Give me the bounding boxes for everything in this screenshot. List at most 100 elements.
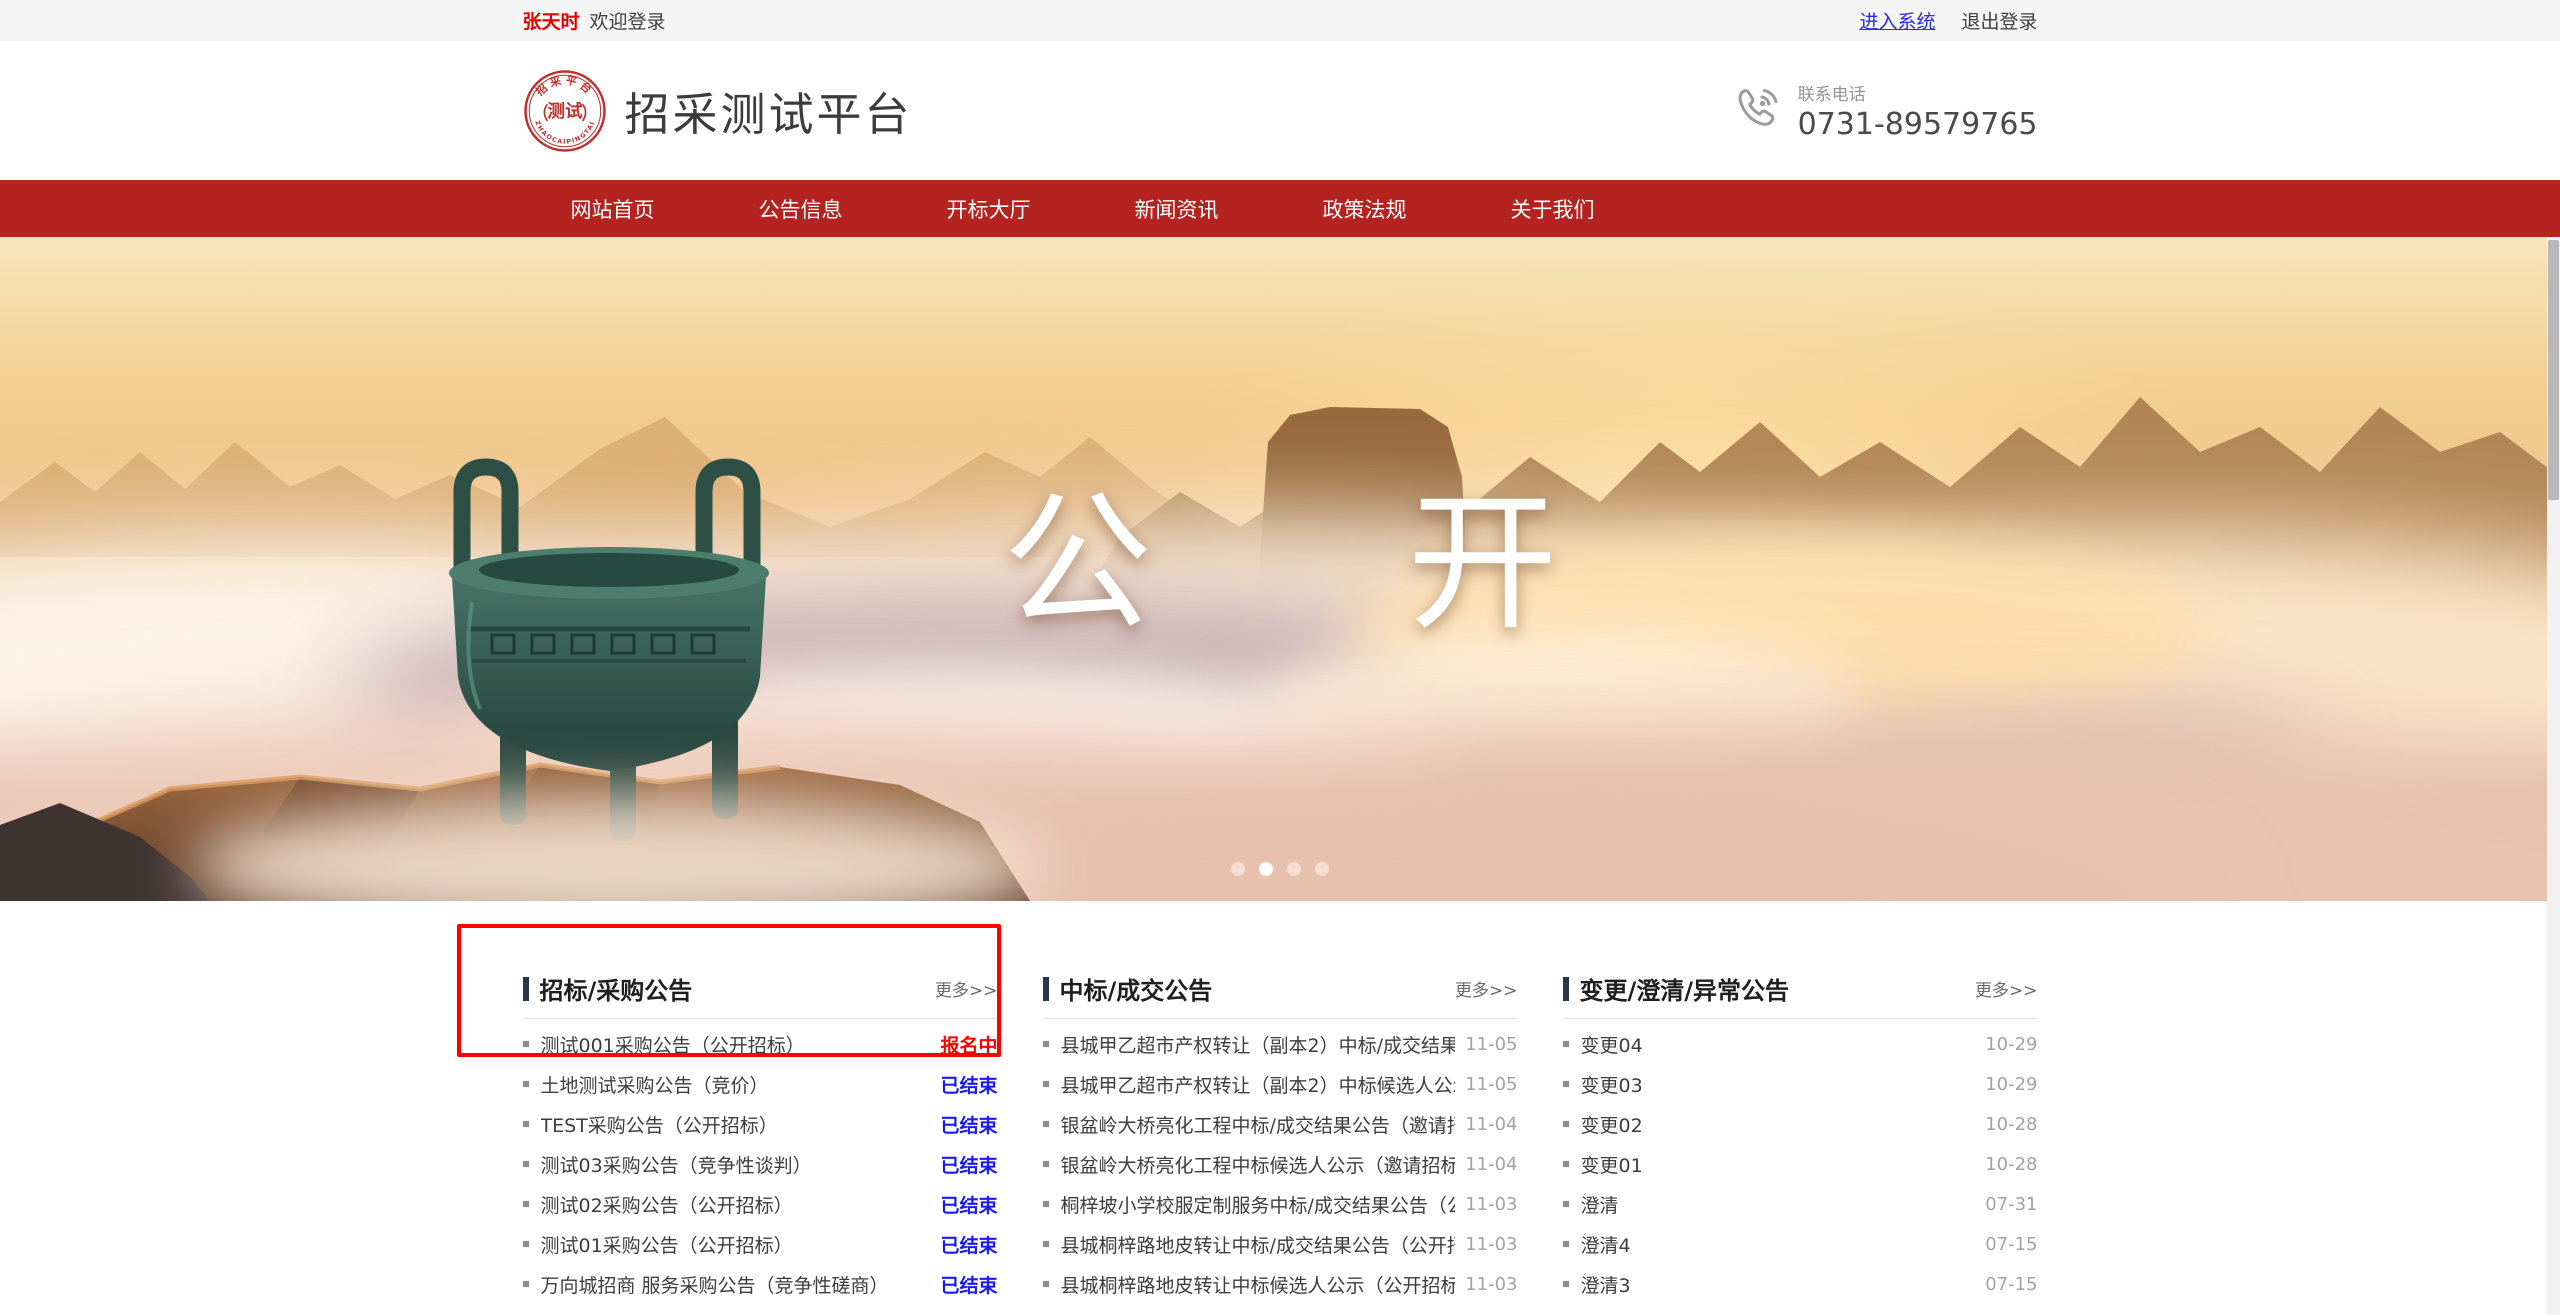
announcement-title[interactable]: 新嘉怡商品物资采购（副本）采购公告（公开招标 xyxy=(541,1311,931,1315)
more-link[interactable]: 更多>> xyxy=(935,976,998,1001)
more-link[interactable]: 更多>> xyxy=(1975,976,2038,1001)
item-date: 07-15 xyxy=(1985,1234,2037,1255)
announcement-title[interactable]: 测试01采购公告（公开招标） xyxy=(541,1231,931,1258)
item-date: 11-04 xyxy=(1465,1114,1517,1135)
announcement-title[interactable]: 澄清4 xyxy=(1581,1231,1976,1258)
more-link[interactable]: 更多>> xyxy=(1455,976,1518,1001)
nav-item-bid-opening-hall[interactable]: 开标大厅 xyxy=(947,194,1031,224)
list-item[interactable]: 县城甲乙超市产权转让（副本2）中标候选人公示（公...11-05 xyxy=(1043,1064,1518,1104)
list-item[interactable]: 县城甲乙超市产权转让中标/成交结果公告（公开招标）11-03 xyxy=(1043,1304,1518,1315)
list-item[interactable]: 测试001采购公告（公开招标） 报名中 xyxy=(523,1024,998,1064)
bullet-icon xyxy=(1043,1041,1049,1047)
list-item[interactable]: 县城桐梓路地皮转让中标候选人公示（公开招标）11-03 xyxy=(1043,1264,1518,1304)
carousel-dot-2-active[interactable] xyxy=(1259,862,1273,876)
list-item[interactable]: 万向城招商 服务采购公告（竞争性磋商） 已结束 xyxy=(523,1264,998,1304)
announcement-title[interactable]: 变更04 xyxy=(1581,1031,1976,1058)
bullet-icon xyxy=(523,1201,529,1207)
status-badge: 已结束 xyxy=(940,1271,997,1298)
list-item[interactable]: 县城甲乙超市产权转让（副本2）中标/成交结果公告...11-05 xyxy=(1043,1024,1518,1064)
announcement-title[interactable]: 银盆岭大桥亮化工程中标候选人公示（邀请招标） xyxy=(1061,1151,1456,1178)
section-award-announcements: 中标/成交公告 更多>> 县城甲乙超市产权转让（副本2）中标/成交结果公告...… xyxy=(1043,971,1518,1315)
announcement-title[interactable]: 测试001采购公告（公开招标） xyxy=(541,1031,931,1058)
list-item[interactable]: 澄清307-15 xyxy=(1563,1264,2038,1304)
list-item[interactable]: 土地测试采购公告（竞价） 已结束 xyxy=(523,1064,998,1104)
announcement-title[interactable]: 银盆岭大桥亮化工程中标/成交结果公告（邀请招标） xyxy=(1061,1111,1456,1138)
item-date: 11-03 xyxy=(1465,1234,1517,1255)
announcement-list: 县城甲乙超市产权转让（副本2）中标/成交结果公告...11-05 县城甲乙超市产… xyxy=(1043,1024,1518,1315)
bullet-icon xyxy=(1043,1081,1049,1087)
announcement-list: 测试001采购公告（公开招标） 报名中 土地测试采购公告（竞价） 已结束 TEST采… xyxy=(523,1024,998,1315)
announcement-title[interactable]: 县城甲乙超市产权转让中标/成交结果公告（公开招标） xyxy=(1061,1311,1456,1315)
section-marker xyxy=(523,977,529,1001)
announcement-title[interactable]: 测试03采购公告（竞争性谈判） xyxy=(541,1151,931,1178)
list-item[interactable]: 桐梓坡小学校服定制服务中标/成交结果公告（公开招... 11-03 xyxy=(1043,1184,1518,1224)
item-date: 07-31 xyxy=(1985,1194,2037,1215)
bullet-icon xyxy=(1563,1281,1569,1287)
bullet-icon xyxy=(523,1161,529,1167)
nav-item-about-us[interactable]: 关于我们 xyxy=(1511,194,1595,224)
announcement-title[interactable]: 澄清2 xyxy=(1581,1311,1976,1315)
list-item[interactable]: 澄清206-20 xyxy=(1563,1304,2038,1315)
bullet-icon xyxy=(1563,1161,1569,1167)
announcement-title[interactable]: 县城甲乙超市产权转让（副本2）中标/成交结果公告... xyxy=(1061,1031,1456,1058)
list-item[interactable]: 澄清 07-31 xyxy=(1563,1184,2038,1224)
logout-link[interactable]: 退出登录 xyxy=(1961,7,2037,34)
list-item[interactable]: 测试02采购公告（公开招标）已结束 xyxy=(523,1184,998,1224)
announcement-title[interactable]: TEST采购公告（公开招标） xyxy=(541,1111,931,1138)
nav-item-news[interactable]: 新闻资讯 xyxy=(1135,194,1219,224)
list-item[interactable]: 测试01采购公告（公开招标） 已结束 xyxy=(523,1224,998,1264)
announcement-list: 变更0410-29 变更0310-29 变更0210-28 变更0110-28 … xyxy=(1563,1024,2038,1315)
announcement-title[interactable]: 测试02采购公告（公开招标） xyxy=(541,1191,931,1218)
announcement-title[interactable]: 变更02 xyxy=(1581,1111,1976,1138)
bullet-icon xyxy=(523,1281,529,1287)
nav-item-policies[interactable]: 政策法规 xyxy=(1323,194,1407,224)
list-item[interactable]: 银盆岭大桥亮化工程中标候选人公示（邀请招标）11-04 xyxy=(1043,1144,1518,1184)
carousel-dot-3[interactable] xyxy=(1287,862,1301,876)
list-item[interactable]: 变更02 10-28 xyxy=(1563,1104,2038,1144)
status-badge: 报名中 xyxy=(940,1031,997,1058)
status-badge: 已结束 xyxy=(940,1071,997,1098)
announcement-title[interactable]: 变更03 xyxy=(1581,1071,1976,1098)
enter-system-link[interactable]: 进入系统 xyxy=(1859,7,1935,34)
announcement-title[interactable]: 县城甲乙超市产权转让（副本2）中标候选人公示（公... xyxy=(1061,1071,1456,1098)
announcement-title[interactable]: 万向城招商 服务采购公告（竞争性磋商） xyxy=(541,1271,931,1298)
list-item[interactable]: 银盆岭大桥亮化工程中标/成交结果公告（邀请招标） 11-04 xyxy=(1043,1104,1518,1144)
bullet-icon xyxy=(1563,1081,1569,1087)
list-item[interactable]: 县城桐梓路地皮转让中标/成交结果公告（公开招标） 11-03 xyxy=(1043,1224,1518,1264)
section-marker xyxy=(1043,977,1049,1001)
carousel-dot-4[interactable] xyxy=(1315,862,1329,876)
announcement-sections: 招标/采购公告 更多>> 测试001采购公告（公开招标）报名中 土地测试采购公告… xyxy=(523,901,2038,1315)
section-change-announcements: 变更/澄清/异常公告 更多>> 变更0410-29 变更0310-29 变更02… xyxy=(1563,971,2038,1315)
scrollbar-track[interactable] xyxy=(2547,237,2560,1315)
item-date: 11-03 xyxy=(1465,1194,1517,1215)
list-item[interactable]: 变更0110-28 xyxy=(1563,1144,2038,1184)
bullet-icon xyxy=(1563,1041,1569,1047)
svg-text:测试: 测试 xyxy=(547,99,583,121)
announcement-title[interactable]: 澄清 xyxy=(1581,1191,1976,1218)
status-badge: 已结束 xyxy=(940,1231,997,1258)
list-item[interactable]: 变更0310-29 xyxy=(1563,1064,2038,1104)
announcement-title[interactable]: 土地测试采购公告（竞价） xyxy=(541,1071,931,1098)
announcement-title[interactable]: 澄清3 xyxy=(1581,1271,1976,1298)
phone-icon xyxy=(1732,86,1782,136)
scrollbar-thumb[interactable] xyxy=(2548,240,2559,500)
nav-item-announcements[interactable]: 公告信息 xyxy=(759,194,843,224)
carousel-dot-1[interactable] xyxy=(1231,862,1245,876)
nav-item-home[interactable]: 网站首页 xyxy=(571,194,655,224)
list-item[interactable]: TEST采购公告（公开招标）已结束 xyxy=(523,1104,998,1144)
announcement-title[interactable]: 桐梓坡小学校服定制服务中标/成交结果公告（公开招... xyxy=(1061,1191,1456,1218)
bullet-icon xyxy=(1043,1281,1049,1287)
announcement-title[interactable]: 县城桐梓路地皮转让中标候选人公示（公开招标） xyxy=(1061,1271,1456,1298)
announcement-title[interactable]: 县城桐梓路地皮转让中标/成交结果公告（公开招标） xyxy=(1061,1231,1456,1258)
item-date: 10-28 xyxy=(1985,1114,2037,1135)
page-title: 招采测试平台 xyxy=(625,78,913,143)
contact-label: 联系电话 xyxy=(1798,80,2038,105)
bullet-icon xyxy=(523,1041,529,1047)
list-item[interactable]: 测试03采购公告（竞争性谈判） 已结束 xyxy=(523,1144,998,1184)
list-item[interactable]: 澄清4 07-15 xyxy=(1563,1224,2038,1264)
section-divider xyxy=(523,1018,998,1019)
list-item[interactable]: 变更0410-29 xyxy=(1563,1024,2038,1064)
status-badge: 已结束 xyxy=(940,1151,997,1178)
announcement-title[interactable]: 变更01 xyxy=(1581,1151,1976,1178)
list-item[interactable]: 新嘉怡商品物资采购（副本）采购公告（公开招标已结束 xyxy=(523,1304,998,1315)
